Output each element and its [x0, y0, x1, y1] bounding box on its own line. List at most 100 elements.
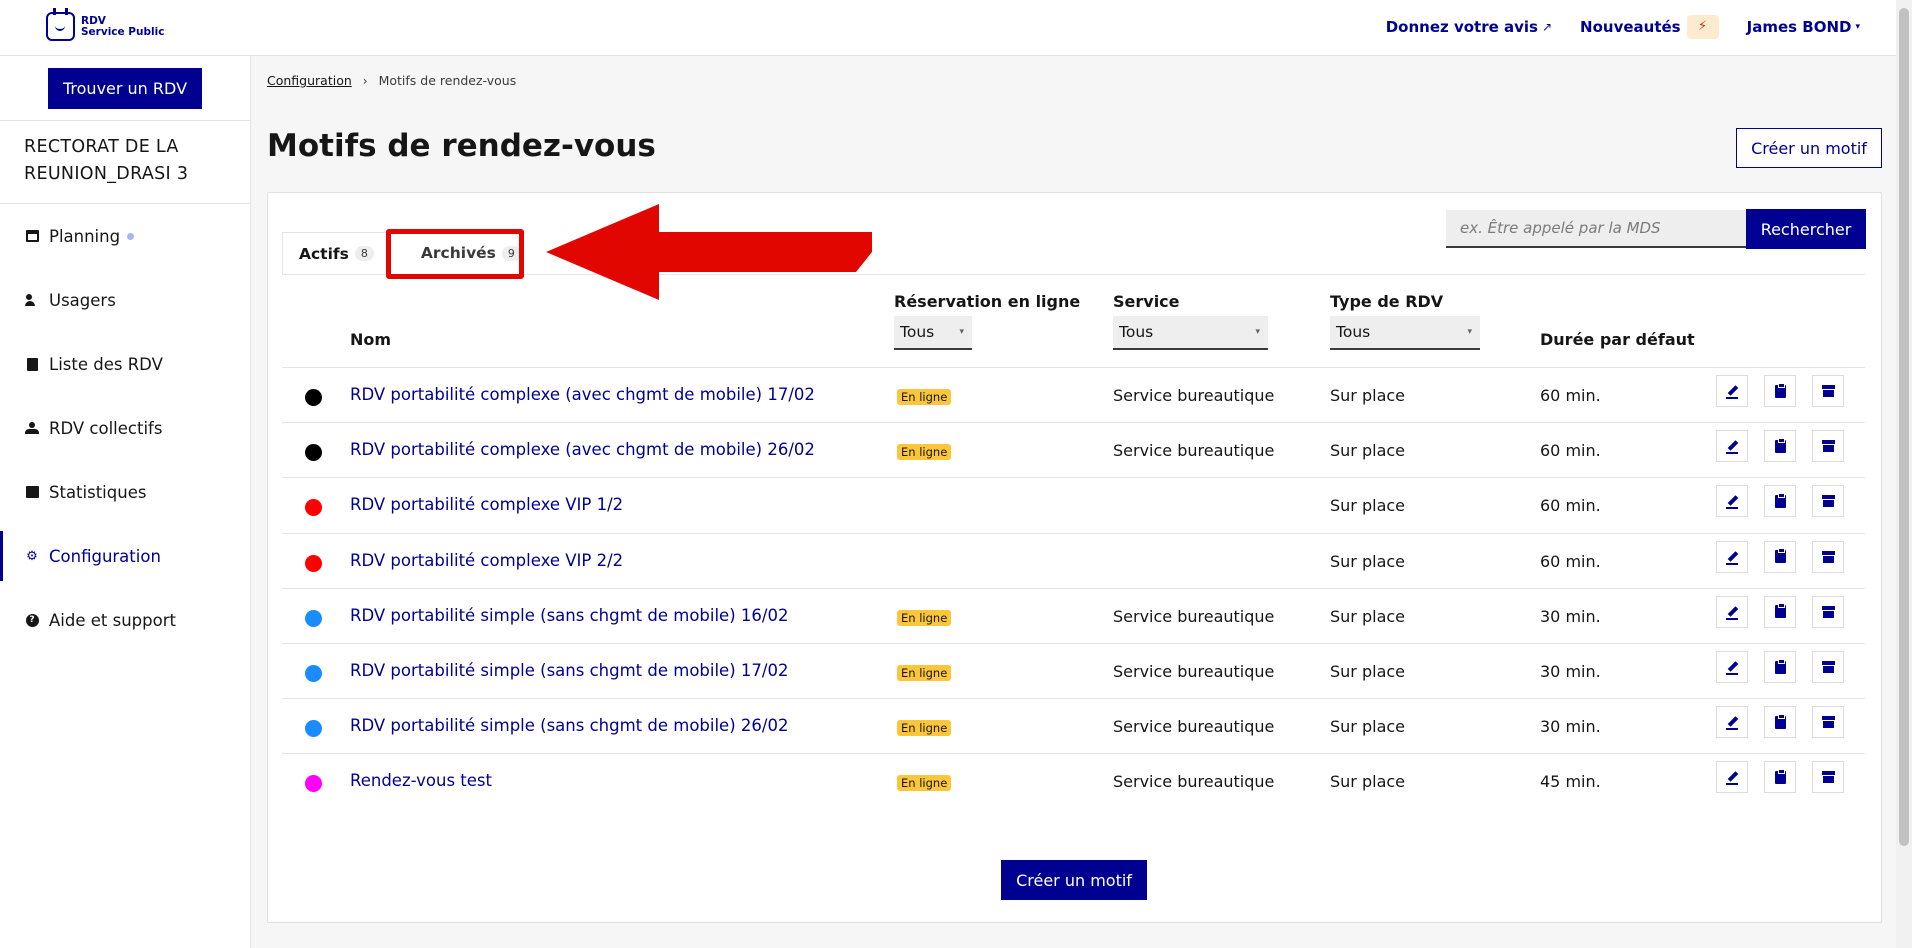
duplicate-button[interactable] [1764, 761, 1796, 794]
user-menu[interactable]: James BOND ▾ [1747, 18, 1860, 36]
edit-button[interactable] [1716, 706, 1748, 739]
sidebar-item-label: Aide et support [49, 610, 176, 630]
list-icon [25, 357, 39, 371]
edit-button[interactable] [1716, 540, 1748, 573]
type-cell: Sur place [1330, 441, 1406, 461]
clipboard-icon [1774, 768, 1786, 784]
duplicate-button[interactable] [1764, 651, 1796, 683]
pencil-icon [1726, 661, 1738, 675]
filter-type-select[interactable]: Tous ▾ [1330, 316, 1480, 350]
motif-color-dot [305, 389, 322, 406]
column-header-nom: Nom [350, 330, 392, 349]
edit-button[interactable] [1716, 761, 1748, 794]
clipboard-icon [1774, 658, 1786, 674]
organisation-name[interactable]: RECTORAT DE LA REUNION_DRASI 3 [24, 134, 188, 188]
breadcrumb-configuration-link[interactable]: Configuration [267, 73, 352, 88]
sidebar-item-aide[interactable]: ? Aide et support [0, 600, 250, 640]
filter-reservation-select[interactable]: Tous ▾ [894, 316, 972, 350]
create-motif-button-top[interactable]: Créer un motif [1736, 128, 1882, 168]
service-cell: Service bureautique [1113, 717, 1275, 737]
search-button[interactable]: Rechercher [1746, 209, 1866, 249]
motif-name-link[interactable]: RDV portabilité complexe VIP 1/2 [350, 495, 623, 514]
duplicate-button[interactable] [1764, 375, 1796, 407]
divider [0, 120, 250, 121]
notification-dot [127, 232, 135, 240]
archive-icon [1821, 771, 1835, 784]
help-icon: ? [25, 613, 39, 627]
search-input[interactable] [1446, 210, 1746, 248]
vertical-scrollbar[interactable] [1896, 0, 1912, 948]
archive-button[interactable] [1812, 540, 1844, 573]
sidebar-item-usagers[interactable]: Usagers [0, 280, 250, 320]
archive-button[interactable] [1812, 430, 1844, 463]
find-rdv-button[interactable]: Trouver un RDV [48, 68, 202, 109]
sidebar: Trouver un RDV RECTORAT DE LA REUNION_DR… [0, 56, 251, 948]
breadcrumb: Configuration › Motifs de rendez-vous [267, 73, 516, 88]
news-label: Nouveautés [1580, 18, 1681, 36]
motif-name-link[interactable]: RDV portabilité simple (sans chgmt de mo… [350, 716, 788, 735]
motif-color-dot [305, 609, 322, 627]
sidebar-item-label: Planning [49, 226, 121, 246]
calendar-icon [25, 229, 39, 243]
sidebar-item-statistiques[interactable]: Statistiques [0, 472, 250, 512]
duplicate-button[interactable] [1764, 430, 1796, 463]
sidebar-item-rdv-collectifs[interactable]: RDV collectifs [0, 408, 250, 448]
online-badge: En ligne [897, 444, 952, 461]
table-row: RDV portabilité complexe (avec chgmt de … [282, 422, 1865, 477]
news-link[interactable]: Nouveautés ⚡ [1580, 15, 1719, 39]
edit-button[interactable] [1716, 430, 1748, 463]
pencil-icon [1726, 385, 1738, 399]
archive-button[interactable] [1812, 595, 1844, 628]
table-row: RDV portabilité complexe VIP 1/2 Sur plac… [282, 477, 1865, 532]
motif-name-link[interactable]: RDV portabilité complexe (avec chgmt de … [350, 385, 815, 404]
motif-color-dot [305, 554, 322, 572]
tab-label: Actifs [299, 244, 349, 263]
header-links: Donnez votre avis ↗ Nouveautés ⚡ James B… [1358, 15, 1860, 39]
archive-button[interactable] [1812, 375, 1844, 407]
site-logo[interactable]: RDV Service Public [46, 8, 164, 41]
duplicate-button[interactable] [1764, 706, 1796, 739]
archive-button[interactable] [1812, 706, 1844, 739]
archive-button[interactable] [1812, 485, 1844, 518]
sidebar-item-planning[interactable]: Planning [0, 216, 250, 256]
archive-button[interactable] [1812, 761, 1844, 794]
stats-icon [25, 485, 39, 499]
motif-name-link[interactable]: RDV portabilité complexe (avec chgmt de … [350, 440, 815, 459]
duplicate-button[interactable] [1764, 595, 1796, 628]
duplicate-button[interactable] [1764, 485, 1796, 518]
clipboard-icon [1774, 437, 1786, 453]
create-motif-button-bottom[interactable]: Créer un motif [1001, 860, 1147, 900]
edit-button[interactable] [1716, 485, 1748, 518]
edit-button[interactable] [1716, 595, 1748, 628]
edit-button[interactable] [1716, 375, 1748, 407]
feedback-label: Donnez votre avis [1385, 18, 1538, 36]
scrollbar-thumb[interactable] [1899, 8, 1909, 846]
archive-icon [1821, 440, 1835, 453]
table-row: RDV portabilité simple (sans chgmt de mo… [282, 698, 1865, 753]
type-cell: Sur place [1330, 772, 1406, 792]
edit-button[interactable] [1716, 651, 1748, 683]
table-row: RDV portabilité simple (sans chgmt de mo… [282, 643, 1865, 698]
duplicate-button[interactable] [1764, 540, 1796, 573]
sidebar-item-label: RDV collectifs [49, 418, 163, 438]
motif-color-dot [305, 775, 322, 793]
breadcrumb-current: Motifs de rendez-vous [378, 73, 517, 88]
online-badge: En ligne [897, 775, 952, 792]
type-cell: Sur place [1330, 551, 1406, 571]
motif-name-link[interactable]: RDV portabilité complexe VIP 2/2 [350, 551, 623, 570]
feedback-link[interactable]: Donnez votre avis ↗ [1386, 18, 1552, 36]
group-icon [25, 421, 39, 435]
sidebar-item-configuration[interactable]: ⚙ Configuration [0, 531, 250, 581]
archive-icon [1821, 495, 1835, 508]
motif-name-link[interactable]: RDV portabilité simple (sans chgmt de mo… [350, 661, 788, 680]
sidebar-item-liste-rdv[interactable]: Liste des RDV [0, 344, 250, 384]
motif-name-link[interactable]: Rendez-vous test [350, 771, 492, 790]
filter-service-select[interactable]: Tous ▾ [1113, 316, 1268, 350]
clipboard-icon [1774, 382, 1786, 398]
divider [0, 203, 250, 204]
tab-actifs[interactable]: Actifs 8 [282, 232, 391, 275]
archive-button[interactable] [1812, 651, 1844, 683]
duration-cell: 60 min. [1540, 551, 1601, 571]
motif-name-link[interactable]: RDV portabilité simple (sans chgmt de mo… [350, 606, 788, 625]
motif-color-dot [305, 665, 322, 682]
